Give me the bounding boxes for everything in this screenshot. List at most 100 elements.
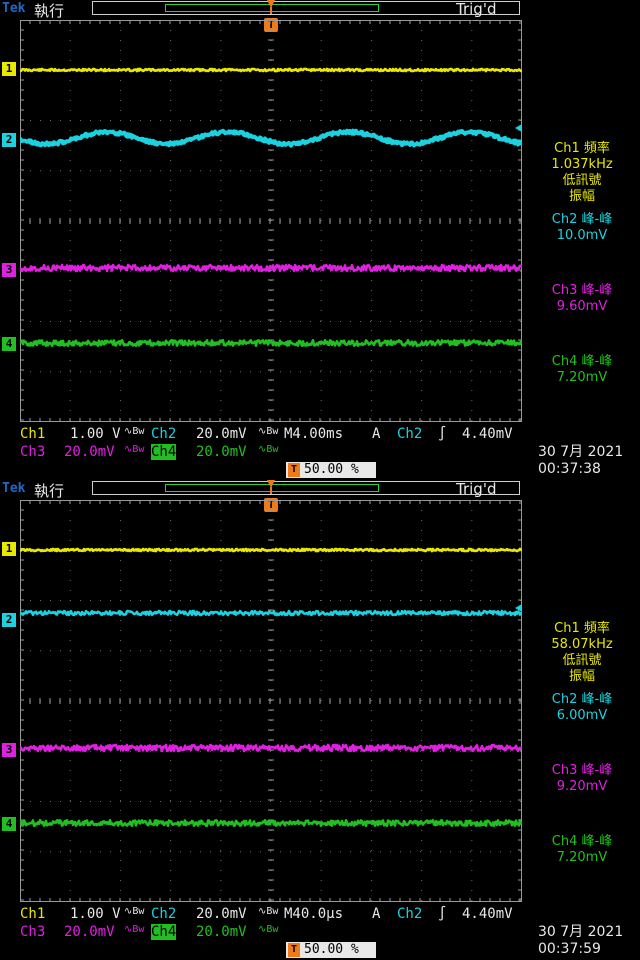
trigger-position-arrow-icon [267, 480, 275, 494]
ch2-marker[interactable]: 2 [2, 133, 16, 147]
trigger-position-readout: T 50.00 % [286, 942, 376, 958]
measurement-value: 7.20mV [556, 850, 608, 865]
trigger-mode: A [372, 906, 381, 922]
settings-readout: Ch1 1.00 V ∿Bw Ch2 20.0mV ∿Bw M40.0µs A … [0, 904, 640, 960]
ch1-marker[interactable]: 1 [2, 62, 16, 76]
measurement-ch2: Ch2 峰-峰 10.0mV [524, 212, 640, 244]
ch4-marker[interactable]: 4 [2, 337, 16, 351]
trigger-level-arrow-icon [515, 124, 522, 132]
ch2-scale: 20.0mV [196, 426, 247, 442]
ch2-trace [20, 128, 522, 148]
ch4-label[interactable]: Ch4 [151, 444, 177, 460]
timebase: M40.0µs [284, 906, 344, 922]
measurement-ch1: Ch1 頻率 1.037kHz 低訊號 振幅 [524, 141, 640, 205]
measurement-ch3: Ch3 峰-峰 9.60mV [524, 283, 640, 315]
ch1-scale: 1.00 V [70, 426, 121, 442]
run-status: 執行 [34, 482, 65, 500]
measurement-label: Ch1 頻率 [554, 621, 610, 636]
measurement-note: 低訊號 [562, 173, 602, 188]
measurement-label: Ch3 峰-峰 [551, 283, 613, 298]
ch4-scale: 20.0mV [196, 444, 247, 460]
measurement-value: 58.07kHz [551, 637, 613, 652]
time-readout: 00:37:59 [538, 941, 601, 957]
measurement-label: Ch3 峰-峰 [551, 763, 613, 778]
trigger-slope-icon: ∫ [438, 426, 447, 442]
time-readout: 00:37:38 [538, 461, 601, 477]
trigger-position-arrow-icon [267, 0, 275, 14]
ch1-scale: 1.00 V [70, 906, 121, 922]
measurement-label: Ch4 峰-峰 [551, 354, 613, 369]
ch2-label[interactable]: Ch2 [151, 426, 176, 442]
bw-limit-icon: ∿Bw [258, 426, 279, 437]
run-status: 執行 [34, 2, 65, 20]
ch3-scale: 20.0mV [64, 444, 115, 460]
measurement-label: Ch2 峰-峰 [551, 212, 613, 227]
ch4-label[interactable]: Ch4 [151, 924, 177, 940]
ch2-marker[interactable]: 2 [2, 613, 16, 627]
measurement-value: 1.037kHz [551, 157, 613, 172]
trigger-source: Ch2 [397, 426, 423, 442]
ch1-trace [20, 67, 522, 73]
ch1-label[interactable]: Ch1 [20, 906, 45, 922]
measurement-ch4: Ch4 峰-峰 7.20mV [524, 354, 640, 386]
trigger-position-value: 50.00 % [304, 942, 359, 957]
measurement-ch3: Ch3 峰-峰 9.20mV [524, 763, 640, 795]
trigger-marker-icon: T [288, 463, 300, 477]
ch3-scale: 20.0mV [64, 924, 115, 940]
brand-logo: Tek [2, 1, 26, 16]
bw-limit-icon: ∿Bw [258, 906, 279, 917]
bw-limit-icon: ∿Bw [258, 924, 279, 935]
status-bar: Tek 執行 Trig'd [0, 480, 640, 500]
measurement-value: 9.20mV [556, 779, 608, 794]
trigger-source: Ch2 [397, 906, 423, 922]
waveform-graticule [20, 20, 522, 422]
measurement-ch4: Ch4 峰-峰 7.20mV [524, 834, 640, 866]
bw-limit-icon: ∿Bw [124, 426, 145, 437]
ch2-scale: 20.0mV [196, 906, 247, 922]
ch1-marker[interactable]: 1 [2, 542, 16, 556]
scope-screen-1: Tek 執行 Trig'd T 1 2 3 4 Ch1 頻率 1.037kHz … [0, 0, 640, 480]
measurement-note: 振幅 [568, 669, 595, 684]
ch4-trace [20, 339, 522, 347]
ch1-trace [20, 547, 522, 553]
ch3-label[interactable]: Ch3 [20, 924, 45, 940]
date-readout: 30 7月 2021 [538, 444, 624, 460]
timestamp: 30 7月 2021 00:37:59 [538, 924, 623, 958]
ch2-trace [20, 609, 522, 617]
settings-readout: Ch1 1.00 V ∿Bw Ch2 20.0mV ∿Bw M4.00ms A … [0, 424, 640, 480]
ch3-marker[interactable]: 3 [2, 263, 16, 277]
ch3-label[interactable]: Ch3 [20, 444, 45, 460]
measurement-ch1: Ch1 頻率 58.07kHz 低訊號 振幅 [524, 621, 640, 685]
brand-logo: Tek [2, 481, 26, 496]
trigger-status: Trig'd [456, 480, 497, 498]
measurement-value: 7.20mV [556, 370, 608, 385]
trigger-mode: A [372, 426, 381, 442]
bw-limit-icon: ∿Bw [258, 444, 279, 455]
measurement-note: 振幅 [568, 189, 595, 204]
trigger-slope-icon: ∫ [438, 906, 447, 922]
trigger-position-value: 50.00 % [304, 462, 359, 477]
ch1-label[interactable]: Ch1 [20, 426, 45, 442]
measurement-note: 低訊號 [562, 653, 602, 668]
ch3-marker[interactable]: 3 [2, 743, 16, 757]
measurement-value: 9.60mV [556, 299, 608, 314]
measurement-value: 6.00mV [556, 708, 608, 723]
scope-screen-2: Tek 執行 Trig'd T 1 2 3 4 Ch1 頻率 58.07kHz … [0, 480, 640, 960]
measurement-value: 10.0mV [556, 228, 608, 243]
ch4-scale: 20.0mV [196, 924, 247, 940]
trigger-marker-icon: T [288, 943, 300, 957]
bw-limit-icon: ∿Bw [124, 444, 145, 455]
measurement-label: Ch4 峰-峰 [551, 834, 613, 849]
ch2-label[interactable]: Ch2 [151, 906, 176, 922]
bw-limit-icon: ∿Bw [124, 906, 145, 917]
trigger-level: 4.40mV [462, 426, 513, 442]
waveform-graticule [20, 500, 522, 902]
trigger-position-readout: T 50.00 % [286, 462, 376, 478]
ch4-marker[interactable]: 4 [2, 817, 16, 831]
measurement-ch2: Ch2 峰-峰 6.00mV [524, 692, 640, 724]
ch4-trace [20, 819, 522, 827]
trigger-status: Trig'd [456, 0, 497, 18]
timebase: M4.00ms [284, 426, 344, 442]
measurement-label: Ch1 頻率 [554, 141, 610, 156]
date-readout: 30 7月 2021 [538, 924, 624, 940]
